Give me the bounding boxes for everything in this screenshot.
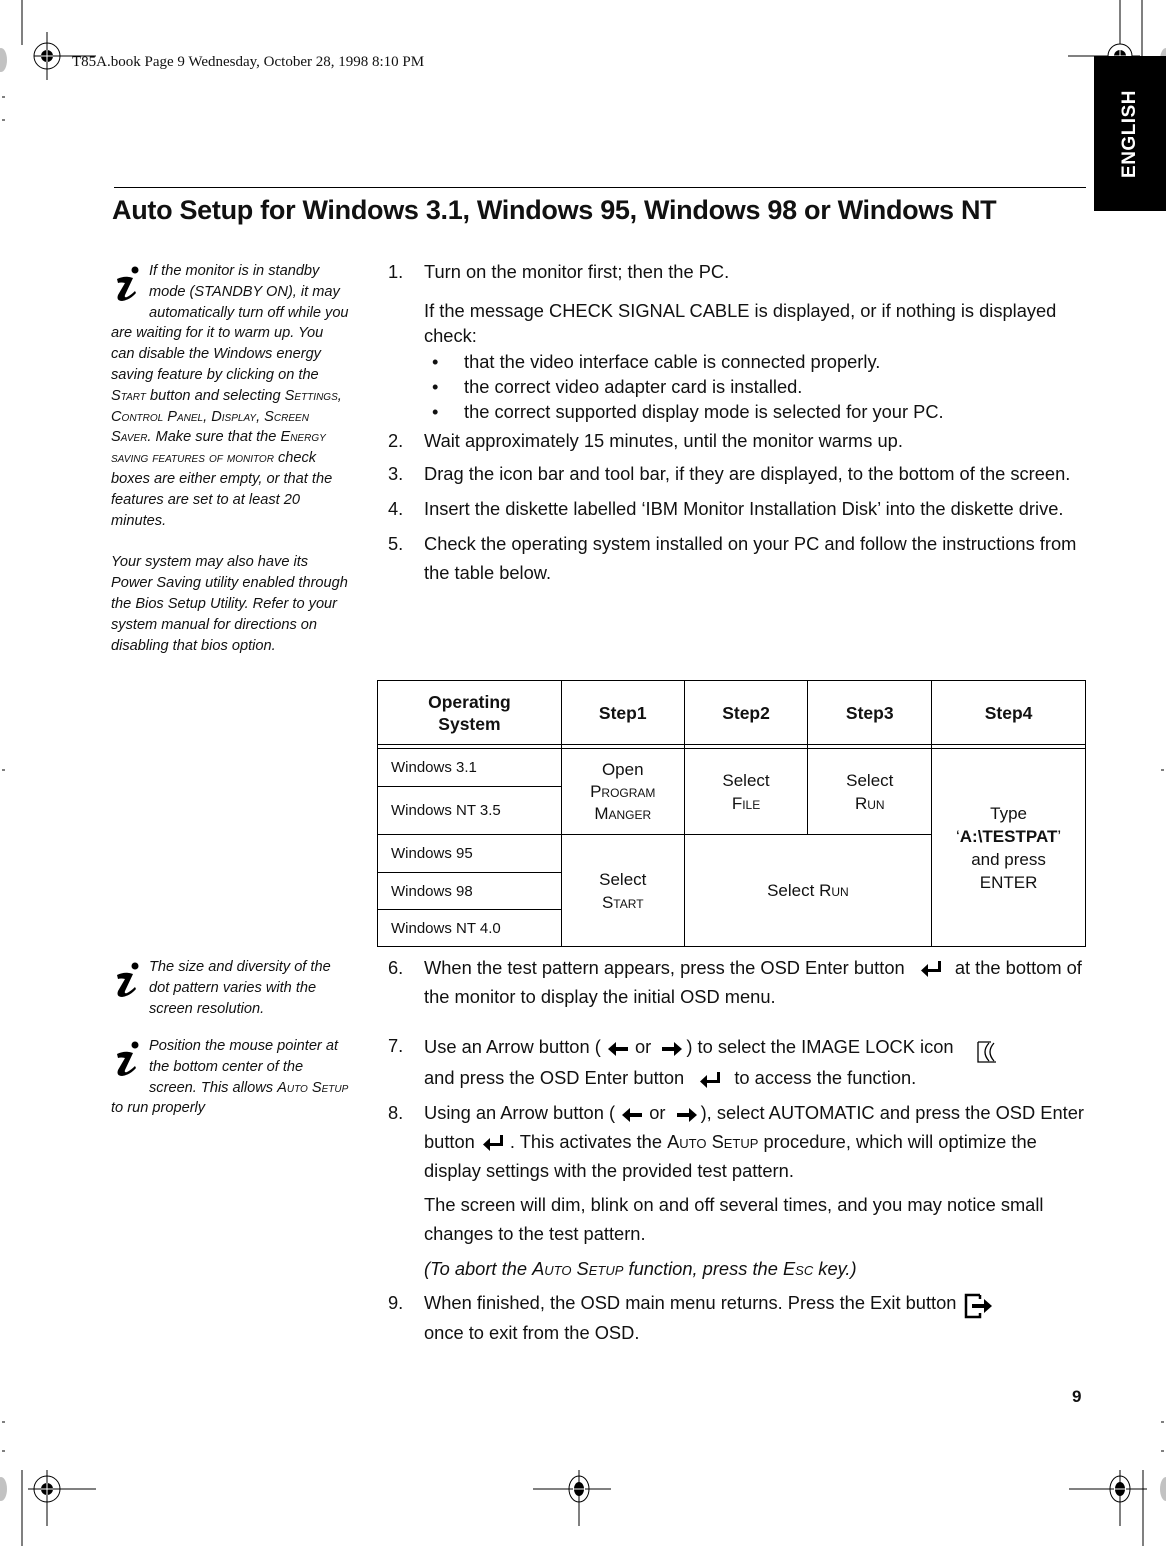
title-rule <box>114 187 1086 188</box>
os-cell: Windows NT 3.5 <box>377 786 562 835</box>
print-header: T85A.book Page 9 Wednesday, October 28, … <box>72 54 425 70</box>
registration-mark-icon <box>21 1470 96 1546</box>
step2-cell: Select File <box>683 748 809 835</box>
exit-icon <box>964 1293 992 1318</box>
step4-cell: Type ‘A:\TESTPAT’ and press ENTER <box>931 748 1086 947</box>
step-8: 8. Using an Arrow button ( or ), select … <box>388 1102 1084 1181</box>
table-row: Windows 3.1 Open Program Manger Select F… <box>377 748 1086 947</box>
step-8-abort-note: (To abort the Auto Setup function, press… <box>424 1257 857 1279</box>
sidebar-note-bios: Your system may also have its Power Savi… <box>111 554 348 654</box>
step-3: 3. Drag the icon bar and tool bar, if th… <box>388 463 1071 485</box>
registration-mark-icon <box>1069 1470 1147 1546</box>
table-header-row: Operating System Step1 Step2 Step3 Step4 <box>377 680 1086 745</box>
os-instructions-table: Operating System Step1 Step2 Step3 Step4… <box>377 680 1086 947</box>
column-header: Step1 <box>560 680 685 745</box>
steps-6-to-9: 6. When the test pattern appears, press … <box>388 954 1088 1347</box>
bullet-item: that the video interface cable is connec… <box>388 349 1088 374</box>
bullet-item: the correct supported display mode is se… <box>388 399 1088 424</box>
sidebar-note-standby: If the monitor is in standby mode (STAND… <box>111 261 349 656</box>
column-header: Step3 <box>807 680 933 745</box>
os-cell: Windows NT 4.0 <box>377 909 562 947</box>
step-6: 6. When the test pattern appears, press … <box>388 957 1082 1007</box>
arrow-left-icon <box>622 1108 643 1123</box>
step-8-detail: The screen will dim, blink on and off se… <box>424 1194 1044 1244</box>
column-header: Step2 <box>683 680 809 745</box>
os-cell: Windows 95 <box>377 834 562 873</box>
language-tab-label: ENGLISH <box>1119 89 1141 178</box>
step-1-detail: If the message CHECK SIGNAL CABLE is dis… <box>424 299 1057 346</box>
step-2: 2. Wait approximately 15 minutes, until … <box>388 429 903 451</box>
arrow-right-icon <box>662 1042 683 1057</box>
step1-cell: Open Program Manger <box>560 748 685 835</box>
sidebar-note-dot-pattern: The size and diversity of the dot patter… <box>111 957 349 1019</box>
page-title: Auto Setup for Windows 3.1, Windows 95, … <box>112 195 997 225</box>
info-icon <box>117 962 139 997</box>
step-4: 4. Insert the diskette labelled ‘IBM Mon… <box>388 498 1064 520</box>
column-header: Operating System <box>377 680 562 745</box>
steps-1-to-5: 1. Turn on the monitor first; then the P… <box>388 258 1088 587</box>
os-cell: Windows 3.1 <box>377 748 562 787</box>
enter-icon <box>700 1071 721 1088</box>
image-lock-icon <box>977 1041 996 1064</box>
enter-icon <box>920 961 941 978</box>
column-header: Step4 <box>931 680 1086 745</box>
step-1-bullets: that the video interface cable is connec… <box>388 349 1088 424</box>
page-number: 9 <box>1072 1387 1082 1406</box>
info-icon <box>117 1041 139 1076</box>
os-cell: Windows 98 <box>377 872 562 910</box>
step2-3-cell: Select Run <box>683 834 933 947</box>
sidebar-note-mouse-pointer: Position the mouse pointer at the bottom… <box>111 1038 349 1117</box>
arrow-left-icon <box>607 1042 628 1057</box>
bullet-item: the correct video adapter card is instal… <box>388 374 1088 399</box>
registration-mark-icon <box>533 1470 611 1526</box>
enter-icon <box>482 1134 503 1151</box>
step1-cell: Select Start <box>560 834 685 947</box>
step-7: 7. Use an Arrow button ( or ) to select … <box>388 1032 1088 1093</box>
arrow-right-icon <box>676 1108 697 1123</box>
info-icon <box>117 266 139 301</box>
step-9: 9. When finished, the OSD main menu retu… <box>388 1289 1088 1347</box>
step-5: 5. Check the operating system installed … <box>388 532 1077 583</box>
step-1: 1. Turn on the monitor first; then the P… <box>388 261 730 282</box>
step3-cell: Select Run <box>807 748 933 835</box>
